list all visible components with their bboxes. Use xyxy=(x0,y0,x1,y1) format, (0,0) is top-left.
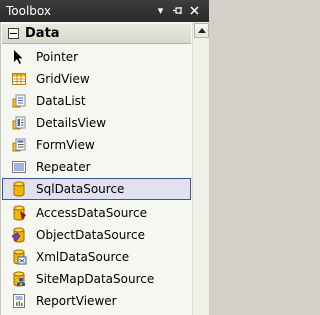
toolbox-item-label: GridView xyxy=(36,72,90,86)
toolbox-item-label: AccessDataSource xyxy=(36,206,147,220)
xmldatasource-icon xyxy=(11,249,27,265)
sitemapdatasource-icon xyxy=(11,271,27,287)
detailsview-icon xyxy=(11,115,27,131)
datalist-icon xyxy=(11,93,27,109)
toolbox-item-label: SqlDataSource xyxy=(36,182,125,196)
gridview-icon xyxy=(11,71,27,87)
close-icon[interactable] xyxy=(188,4,201,17)
toolbox-item-repeater[interactable]: Repeater xyxy=(2,156,191,178)
objectdatasource-icon xyxy=(11,227,27,243)
sqldatasource-icon xyxy=(11,181,27,197)
toolbox-item-reportviewer[interactable]: ReportViewer xyxy=(2,290,191,312)
toolbox-item-accessdatasource[interactable]: AccessDataSource xyxy=(2,202,191,224)
toolbox-item-objectdatasource[interactable]: ObjectDataSource xyxy=(2,224,191,246)
reportviewer-icon xyxy=(11,293,27,309)
toolbox-item-datalist[interactable]: DataList xyxy=(2,90,191,112)
toolbox-item-sqldatasource[interactable]: SqlDataSource xyxy=(2,178,191,200)
toolbox-item-formview[interactable]: FormView xyxy=(2,134,191,156)
toolbox-window: Toolbox ▾ Data Pointer GridView DataList… xyxy=(0,0,209,315)
formview-icon xyxy=(11,137,27,153)
accessdatasource-icon xyxy=(11,205,27,221)
category-label: Data xyxy=(25,26,60,41)
toolbox-item-label: XmlDataSource xyxy=(36,250,130,264)
toolbox-item-label: SiteMapDataSource xyxy=(36,272,155,286)
toolbox-item-label: ReportViewer xyxy=(36,294,117,308)
toolbox-item-gridview[interactable]: GridView xyxy=(2,68,191,90)
pointer-icon xyxy=(11,49,27,65)
toolbox-title: Toolbox xyxy=(6,4,51,18)
toolbox-item-pointer[interactable]: Pointer xyxy=(2,46,191,68)
toolbox-item-label: DataList xyxy=(36,94,86,108)
toolbox-item-detailsview[interactable]: DetailsView xyxy=(2,112,191,134)
toolbox-item-list: Data Pointer GridView DataList DetailsVi… xyxy=(0,22,192,315)
vertical-scrollbar[interactable] xyxy=(192,22,209,315)
repeater-icon xyxy=(11,159,27,175)
toolbox-item-label: Pointer xyxy=(36,50,79,64)
toolbox-titlebar: Toolbox ▾ xyxy=(0,0,209,22)
toolbox-item-label: DetailsView xyxy=(36,116,107,130)
toolbox-item-sitemapdatasource[interactable]: SiteMapDataSource xyxy=(2,268,191,290)
toolbox-item-label: FormView xyxy=(36,138,95,152)
category-header-data[interactable]: Data xyxy=(2,24,191,44)
scroll-up-arrow-icon[interactable] xyxy=(194,23,209,38)
toolbox-item-label: ObjectDataSource xyxy=(36,228,145,242)
toolbox-item-label: Repeater xyxy=(36,160,91,174)
auto-hide-pin-icon[interactable] xyxy=(171,4,184,17)
toolbox-item-xmldatasource[interactable]: XmlDataSource xyxy=(2,246,191,268)
window-position-dropdown-icon[interactable]: ▾ xyxy=(154,4,167,17)
collapse-icon[interactable] xyxy=(8,28,19,39)
